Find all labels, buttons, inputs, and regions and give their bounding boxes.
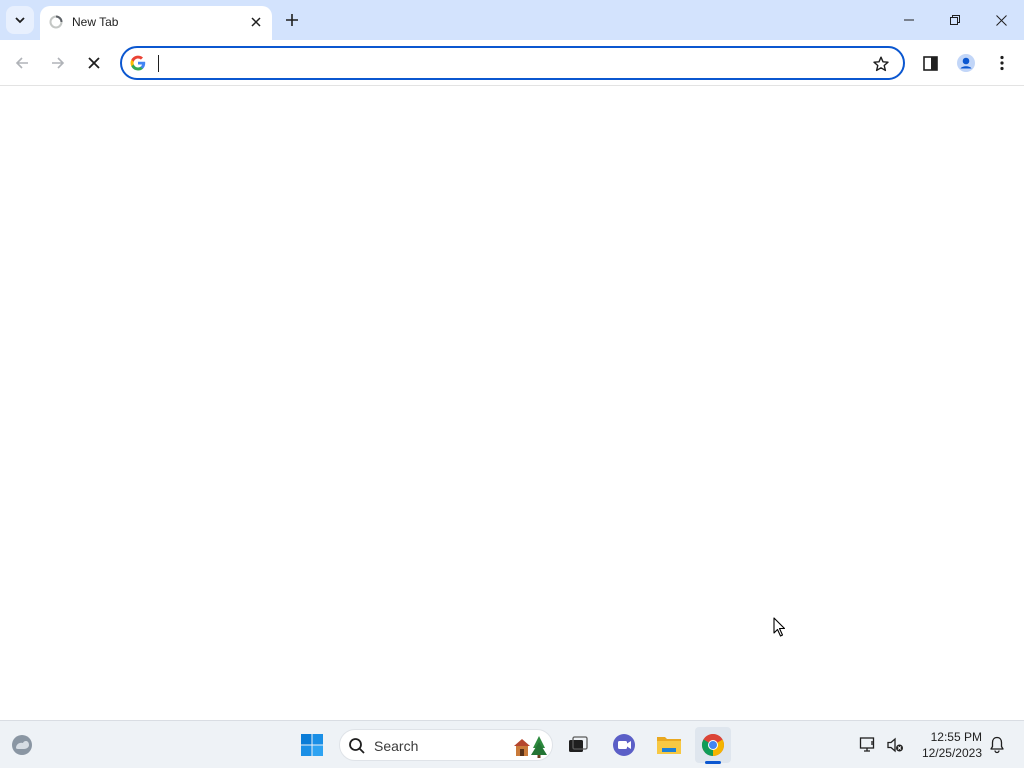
text-caret	[158, 55, 159, 72]
arrow-right-icon	[52, 57, 65, 69]
address-input[interactable]	[156, 52, 856, 74]
start-button[interactable]	[294, 727, 330, 763]
star-icon	[873, 56, 889, 72]
taskbar-search-label: Search	[374, 738, 419, 754]
active-app-indicator	[705, 761, 721, 764]
tab-title: New Tab	[72, 15, 119, 29]
restore-icon	[950, 15, 960, 25]
mouse-cursor-icon	[773, 617, 786, 637]
close-icon	[88, 57, 100, 69]
arrow-left-icon	[15, 57, 28, 69]
taskbar-search-box[interactable]: Search	[339, 729, 553, 761]
restore-button[interactable]	[932, 0, 978, 40]
chrome-taskbar-button[interactable]	[695, 727, 731, 763]
teams-chat-icon	[613, 734, 635, 756]
stop-loading-button[interactable]	[80, 49, 108, 77]
bookmark-button[interactable]	[870, 53, 892, 75]
plus-icon	[286, 14, 298, 26]
tab-new-tab[interactable]: New Tab	[40, 6, 272, 40]
close-icon	[251, 17, 261, 27]
teams-chat-button[interactable]	[606, 727, 642, 763]
taskbar: Search 12:55 PM 12/25/2023	[0, 720, 1024, 768]
clock-time: 12:55 PM	[930, 730, 982, 744]
forward-button[interactable]	[44, 49, 72, 77]
holiday-search-highlight-icon	[514, 736, 547, 758]
search-icon	[349, 738, 365, 754]
address-bar[interactable]	[120, 46, 905, 80]
task-view-button[interactable]	[560, 727, 596, 763]
side-panel-icon	[922, 55, 938, 71]
minimize-icon	[904, 19, 914, 21]
chrome-icon	[702, 734, 724, 756]
profile-button[interactable]	[952, 49, 980, 77]
back-button[interactable]	[8, 49, 36, 77]
close-icon	[995, 14, 1007, 26]
minimize-button[interactable]	[886, 0, 932, 40]
kebab-menu-icon	[1000, 55, 1004, 71]
person-icon	[957, 54, 975, 72]
chevron-down-icon	[15, 17, 25, 24]
close-window-button[interactable]	[978, 0, 1024, 40]
widgets-button[interactable]	[4, 727, 40, 763]
new-tab-button[interactable]	[280, 8, 304, 32]
chrome-menu-button[interactable]	[988, 49, 1016, 77]
loading-spinner-icon	[49, 15, 63, 29]
folder-icon	[657, 737, 681, 754]
browser-toolbar	[0, 40, 1024, 86]
speaker-muted-icon	[887, 737, 903, 753]
network-disconnected-icon	[859, 737, 875, 752]
clock-date: 12/25/2023	[921, 746, 982, 760]
file-explorer-button[interactable]	[651, 727, 687, 763]
bell-icon	[990, 736, 1004, 754]
side-panel-button[interactable]	[916, 49, 944, 77]
windows-start-icon	[301, 734, 323, 756]
tab-search-button[interactable]	[6, 6, 34, 34]
volume-button[interactable]	[880, 727, 910, 763]
taskbar-clock[interactable]: 12:55 PM 12/25/2023	[918, 729, 982, 761]
task-view-icon	[569, 736, 588, 752]
tab-strip: New Tab	[0, 0, 1024, 40]
page-content	[0, 87, 1024, 720]
google-g-icon	[130, 55, 146, 71]
notifications-button[interactable]	[984, 727, 1010, 763]
tab-close-button[interactable]	[246, 12, 266, 32]
weather-widget-icon	[12, 735, 32, 755]
